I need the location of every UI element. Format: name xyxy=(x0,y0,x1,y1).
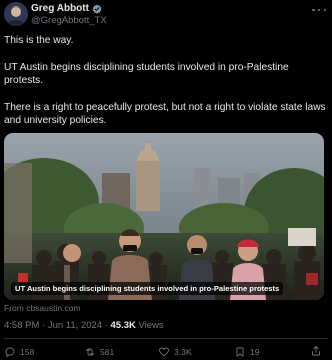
post-timestamp[interactable]: 4:58 PM · Jun 11, 2024 · xyxy=(4,320,111,331)
post-header: Greg Abbott @GregAbbott_TX xyxy=(4,2,328,28)
verified-badge-icon xyxy=(92,4,102,14)
like-count: 3.3K xyxy=(174,347,192,357)
avatar[interactable] xyxy=(4,2,28,26)
post-text: This is the way. UT Austin begins discip… xyxy=(4,34,326,141)
divider xyxy=(4,338,328,339)
bookmark-button[interactable]: 19 xyxy=(234,345,259,359)
link-card-image[interactable]: UT Austin begins disciplining students i… xyxy=(4,133,324,300)
share-button[interactable] xyxy=(310,345,322,357)
repost-icon xyxy=(86,348,94,356)
author-name[interactable]: Greg Abbott xyxy=(31,3,89,15)
bookmark-count: 19 xyxy=(250,347,260,357)
bookmark-icon xyxy=(236,347,244,357)
author-handle[interactable]: @GregAbbott_TX xyxy=(31,15,107,27)
link-card-caption[interactable]: UT Austin begins disciplining students i… xyxy=(11,282,284,295)
more-options-icon[interactable] xyxy=(312,5,326,15)
protest-photo xyxy=(4,133,324,300)
heart-icon xyxy=(159,347,169,357)
repost-count: 581 xyxy=(100,347,115,357)
name-row: Greg Abbott xyxy=(31,3,102,15)
reply-count: 158 xyxy=(20,347,35,357)
reply-button[interactable]: 158 xyxy=(4,345,34,359)
post-text-line: This is the way. xyxy=(4,35,74,46)
post-meta: 4:58 PM · Jun 11, 2024 · 45.3K Views xyxy=(4,320,164,332)
views-count: 45.3K xyxy=(110,320,136,331)
views-label: Views xyxy=(135,320,164,331)
post-text-line: There is a right to peacefully protest, … xyxy=(4,101,326,127)
link-source[interactable]: From cbsaustin.com xyxy=(4,303,81,314)
share-icon xyxy=(312,346,320,356)
reply-icon xyxy=(5,347,15,358)
repost-button[interactable]: 581 xyxy=(84,345,114,359)
action-bar: 158 581 3.3K 19 xyxy=(4,345,324,359)
post-text-line: UT Austin begins disciplining students i… xyxy=(4,61,289,87)
like-button[interactable]: 3.3K xyxy=(158,345,192,359)
